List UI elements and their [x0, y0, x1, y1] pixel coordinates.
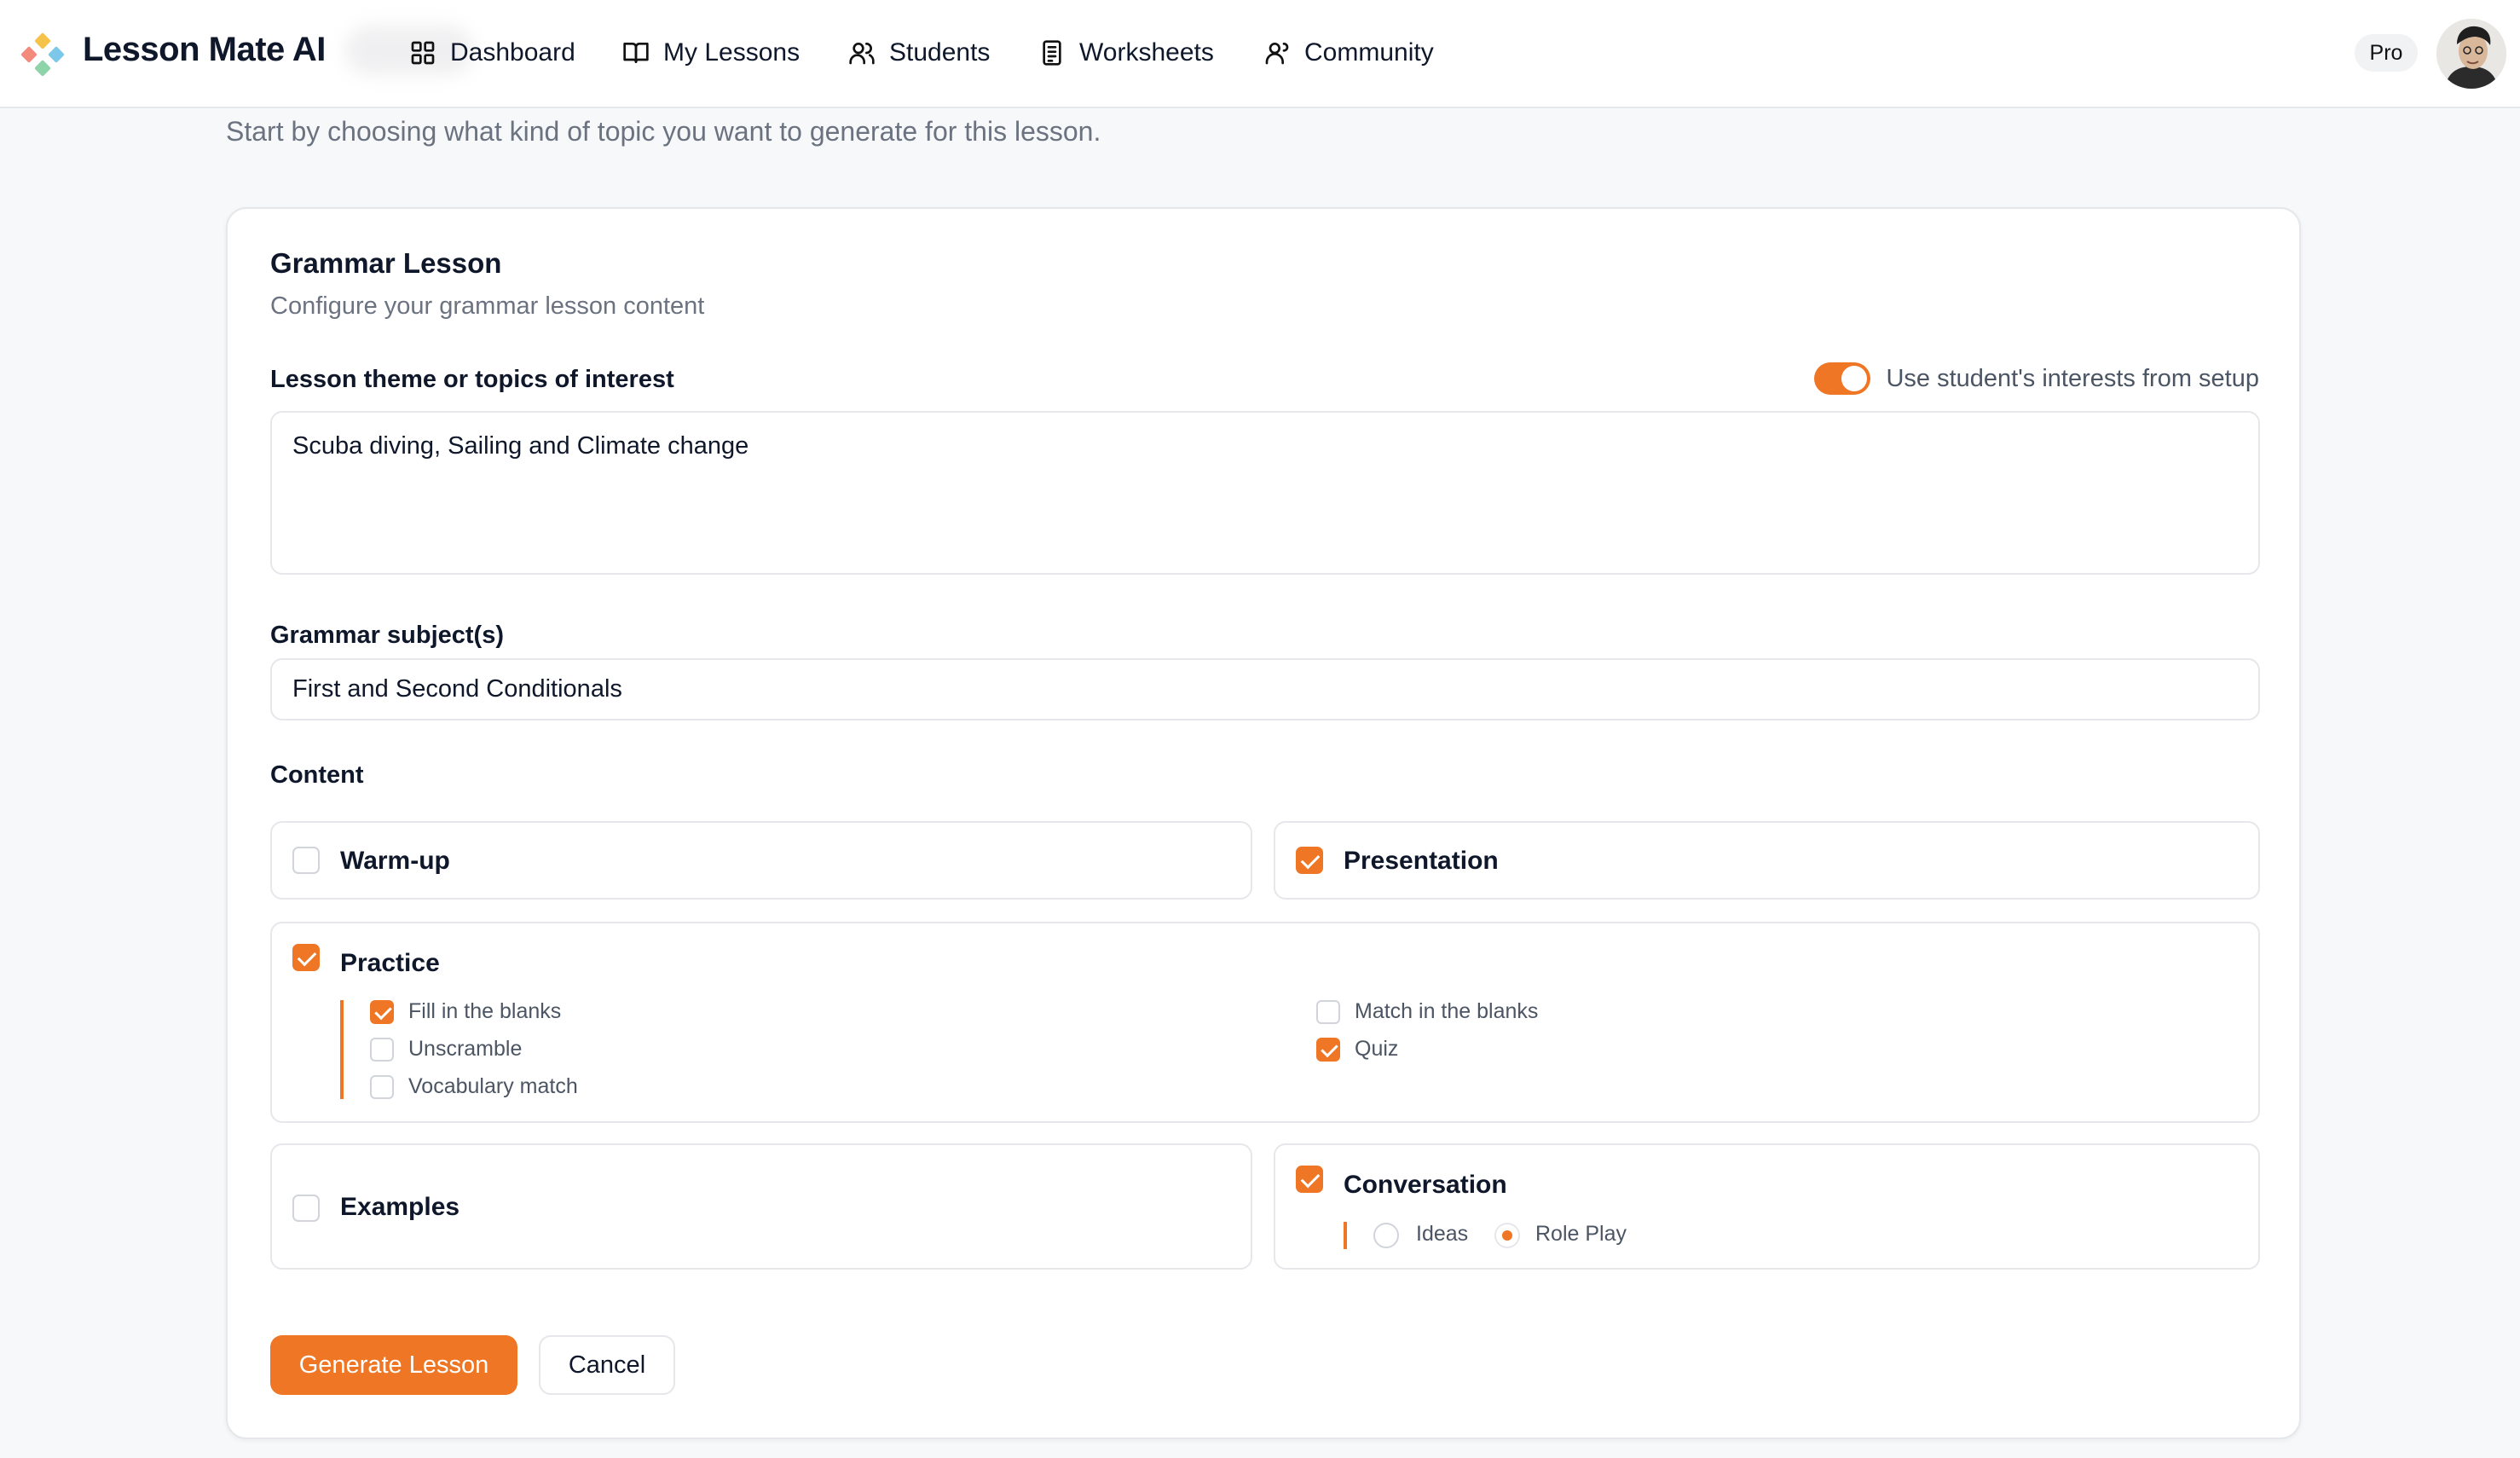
practice-label: Practice [340, 949, 440, 977]
interests-toggle[interactable] [1814, 362, 1871, 395]
presentation-label: Presentation [1344, 847, 1499, 875]
presentation-checkbox[interactable] [1296, 847, 1323, 874]
practice-checkbox[interactable] [292, 944, 320, 971]
examples-label: Examples [340, 1193, 460, 1221]
ideas-label: Ideas [1416, 1222, 1469, 1246]
unscramble-checkbox[interactable] [370, 1038, 394, 1062]
grammar-subject-label: Grammar subject(s) [270, 622, 504, 649]
interests-toggle-label: Use student's interests from setup [1886, 364, 2259, 392]
practice-option[interactable]: Practice Fill in the blanks Unscramble V… [270, 922, 2260, 1123]
nav-worksheets[interactable]: Worksheets [1038, 32, 1214, 73]
generate-lesson-button[interactable]: Generate Lesson [270, 1335, 517, 1395]
examples-checkbox[interactable] [292, 1195, 320, 1222]
content-label: Content [270, 761, 364, 789]
unscramble-label: Unscramble [408, 1037, 523, 1061]
theme-textarea[interactable]: Scuba diving, Sailing and Climate change [270, 411, 2260, 575]
nav-my-lessons[interactable]: My Lessons [622, 32, 800, 73]
intro-text: Start by choosing what kind of topic you… [226, 116, 1101, 147]
theme-label: Lesson theme or topics of interest [270, 366, 674, 393]
cancel-button[interactable]: Cancel [539, 1335, 675, 1395]
role-play-radio[interactable] [1494, 1223, 1520, 1248]
user-avatar-icon [2436, 19, 2506, 89]
nav-community-label: Community [1304, 38, 1434, 67]
users-icon [849, 43, 875, 65]
top-nav: Lesson Mate AI Dashboard My Lessons Stud… [0, 0, 2520, 108]
conversation-label: Conversation [1344, 1171, 1507, 1199]
card-description: Configure your grammar lesson content [270, 292, 705, 320]
document-list-icon [1043, 40, 1061, 66]
grammar-lesson-card: Grammar Lesson Configure your grammar le… [226, 207, 2301, 1439]
examples-option[interactable]: Examples [270, 1143, 1252, 1270]
plan-badge: Pro [2355, 34, 2418, 72]
nav-students-label: Students [889, 38, 991, 67]
grammar-subject-input[interactable] [270, 658, 2260, 720]
fill-blanks-label: Fill in the blanks [408, 999, 562, 1023]
warmup-option[interactable]: Warm-up [270, 821, 1252, 900]
nav-worksheets-label: Worksheets [1079, 38, 1214, 67]
nav-my-lessons-label: My Lessons [663, 38, 801, 67]
match-blanks-label: Match in the blanks [1355, 999, 1539, 1023]
grid-icon [411, 41, 435, 65]
conversation-rail [1344, 1222, 1347, 1249]
card-title: Grammar Lesson [270, 247, 502, 279]
quiz-label: Quiz [1355, 1037, 1399, 1061]
nav-dashboard[interactable]: Dashboard [409, 32, 575, 73]
practice-rail [340, 1000, 344, 1099]
vocabulary-match-label: Vocabulary match [408, 1074, 578, 1098]
nav-dashboard-label: Dashboard [450, 38, 575, 67]
conversation-option[interactable]: Conversation Ideas Role Play [1274, 1143, 2260, 1270]
community-icon [1265, 43, 1289, 65]
quiz-checkbox[interactable] [1316, 1038, 1340, 1062]
nav-community[interactable]: Community [1263, 32, 1434, 73]
match-blanks-checkbox[interactable] [1316, 1000, 1340, 1024]
app-name[interactable]: Lesson Mate AI [83, 31, 326, 69]
nav-students[interactable]: Students [848, 32, 990, 73]
interests-toggle-group: Use student's interests from setup [1814, 362, 2259, 395]
vocabulary-match-checkbox[interactable] [370, 1075, 394, 1099]
conversation-checkbox[interactable] [1296, 1166, 1323, 1193]
book-icon [623, 43, 649, 63]
fill-blanks-checkbox[interactable] [370, 1000, 394, 1024]
role-play-label: Role Play [1535, 1222, 1627, 1246]
presentation-option[interactable]: Presentation [1274, 821, 2260, 900]
avatar[interactable] [2436, 19, 2506, 89]
ideas-radio[interactable] [1373, 1223, 1399, 1248]
warmup-label: Warm-up [340, 847, 450, 875]
warmup-checkbox[interactable] [292, 847, 320, 874]
logo-icon[interactable] [20, 32, 65, 77]
